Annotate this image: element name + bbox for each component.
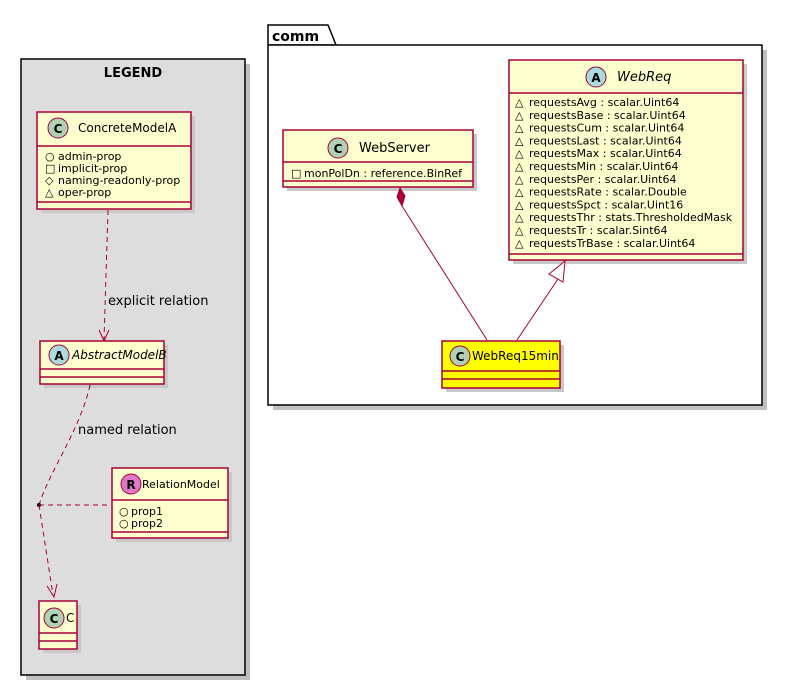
prop-visibility-icon: △ xyxy=(45,186,54,199)
prop-prop2: prop2 xyxy=(131,517,163,530)
prop-visibility-icon: △ xyxy=(515,134,524,147)
prop-visibility-icon: □ xyxy=(291,167,301,180)
prop-visibility-icon: △ xyxy=(515,109,524,122)
prop-visibility-icon: ○ xyxy=(119,517,129,530)
webreq-prop: requestsMin : scalar.Uint64 xyxy=(529,160,678,173)
prop-mon-pol-dn: monPolDn : reference.BinRef xyxy=(304,167,463,180)
webreq-prop: requestsBase : scalar.Uint64 xyxy=(529,109,686,122)
prop-visibility-icon: △ xyxy=(515,237,524,250)
class-c[interactable]: C C xyxy=(38,600,81,653)
class-relation-model[interactable]: R RelationModel ○ prop1 ○ prop2 xyxy=(111,467,232,542)
prop-visibility-icon: △ xyxy=(515,198,524,211)
stereotype-letter: A xyxy=(54,349,64,363)
class-name: AbstractModelB xyxy=(71,348,167,362)
prop-visibility-icon: △ xyxy=(515,211,524,224)
prop-visibility-icon: △ xyxy=(515,160,524,173)
webreq-prop: requestsTr : scalar.Sint64 xyxy=(529,224,668,237)
webreq-prop: requestsMax : scalar.Uint64 xyxy=(529,147,682,160)
class-name: WebReq xyxy=(617,70,671,85)
stereotype-letter: C xyxy=(50,612,59,626)
edge-label-named: named relation xyxy=(78,423,177,438)
prop-oper: oper-prop xyxy=(58,186,111,199)
webreq-prop: requestsPer : scalar.Uint64 xyxy=(529,173,677,186)
prop-visibility-icon: △ xyxy=(515,122,524,135)
class-abstract-model-b[interactable]: A AbstractModelB xyxy=(39,340,168,388)
diagram-canvas: LEGEND C ConcreteModelA ○ admin-prop □ i… xyxy=(0,0,793,694)
stereotype-letter: C xyxy=(334,142,343,156)
stereotype-letter: R xyxy=(126,478,135,492)
webreq-prop: requestsAvg : scalar.Uint64 xyxy=(529,96,679,109)
stereotype-letter: A xyxy=(591,71,601,85)
prop-visibility-icon: △ xyxy=(515,224,524,237)
legend-title: LEGEND xyxy=(104,66,163,81)
class-web-server[interactable]: C WebServer □ monPolDn : reference.BinRe… xyxy=(282,129,477,191)
class-name: WebReq15min xyxy=(472,349,559,363)
package-name: comm xyxy=(272,29,319,45)
stereotype-letter: C xyxy=(456,350,465,364)
prop-visibility-icon: △ xyxy=(515,96,524,109)
webreq-prop: requestsThr : stats.ThresholdedMask xyxy=(529,211,733,224)
webreq-prop: requestsCum : scalar.Uint64 xyxy=(529,122,684,135)
webreq-prop: requestsTrBase : scalar.Uint64 xyxy=(529,237,695,250)
webreq-prop: requestsSpct : scalar.Uint16 xyxy=(529,198,683,211)
class-name: RelationModel xyxy=(142,478,220,491)
prop-visibility-icon: △ xyxy=(515,173,524,186)
class-concrete-model-a[interactable]: C ConcreteModelA ○ admin-prop □ implicit… xyxy=(36,111,195,213)
webreq-prop: requestsRate : scalar.Double xyxy=(529,186,687,199)
webreq-prop: requestsLast : scalar.Uint64 xyxy=(529,134,682,147)
class-name: WebServer xyxy=(359,141,431,156)
prop-visibility-icon: △ xyxy=(515,147,524,160)
class-name: ConcreteModelA xyxy=(78,121,177,135)
class-web-req[interactable]: A WebReq △ requestsAvg : scalar.Uint64 △ re… xyxy=(508,59,747,264)
class-web-req-15min[interactable]: C WebReq15min xyxy=(441,340,564,392)
edge-label-explicit: explicit relation xyxy=(108,294,208,309)
prop-visibility-icon: △ xyxy=(515,186,524,199)
uml-class-diagram: LEGEND C ConcreteModelA ○ admin-prop □ i… xyxy=(20,24,767,680)
class-name: C xyxy=(66,611,74,625)
stereotype-letter: C xyxy=(54,122,63,136)
